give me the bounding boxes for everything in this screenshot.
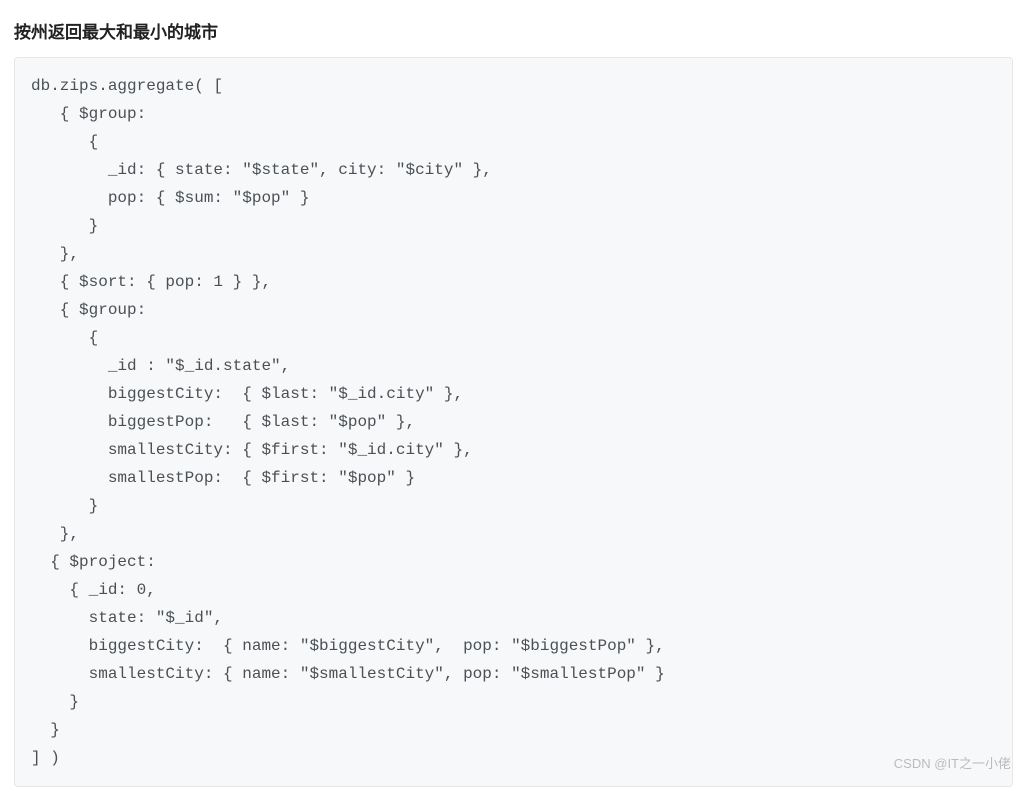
code-block: db.zips.aggregate( [ { $group: { _id: { … bbox=[14, 57, 1013, 787]
section-heading: 按州返回最大和最小的城市 bbox=[14, 18, 1013, 43]
